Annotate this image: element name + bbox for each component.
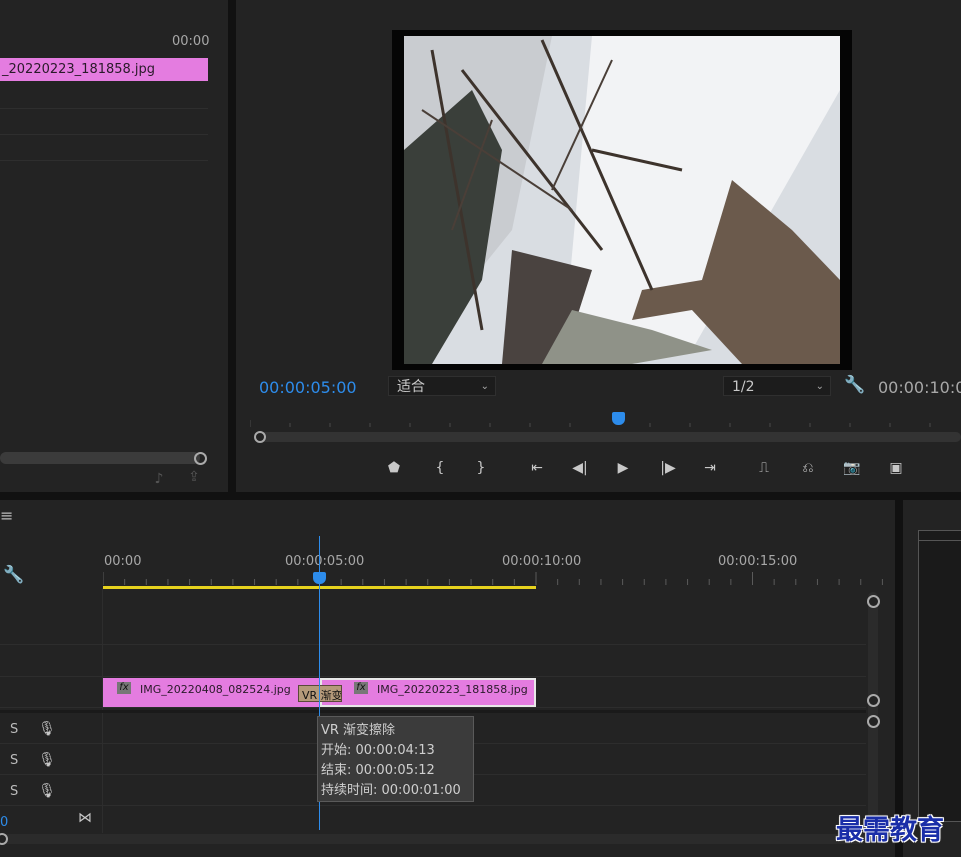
fit-dropdown[interactable]: 适合 ⌄ [388, 376, 496, 396]
ruler-label-3: 00:00:15:00 [718, 554, 798, 569]
tooltip-start: 开始: 00:00:04:13 [321, 743, 435, 758]
microphone-icon[interactable]: 🎙 [36, 753, 58, 767]
meter-frame [918, 530, 961, 822]
timeline-ruler-ticks[interactable] [103, 572, 893, 586]
tooltip-title: VR 渐变擦除 [321, 723, 396, 738]
video-track-2[interactable] [0, 646, 866, 677]
timeline-hscroll[interactable] [0, 834, 866, 844]
source-row-divider [0, 134, 208, 135]
transition-tooltip: VR 渐变擦除 开始: 00:00:04:13 结束: 00:00:05:12 … [317, 716, 474, 802]
source-row-divider [0, 108, 208, 109]
step-back-icon[interactable]: ◀| [569, 459, 591, 477]
source-clip-bar[interactable]: _20220223_181858.jpg [0, 58, 208, 81]
export-icon[interactable]: ⇪ [183, 470, 205, 484]
timeline-vscroll-track[interactable] [868, 592, 878, 832]
play-icon[interactable]: ▶ [612, 459, 634, 477]
master-track[interactable] [0, 806, 866, 837]
source-scroll-handle[interactable] [194, 452, 207, 465]
solo-button[interactable]: S [10, 784, 18, 799]
ruler-label-1: 00:00:05:00 [285, 554, 365, 569]
wrench-icon[interactable]: 🔧 [844, 377, 866, 394]
clip-label: IMG_20220223_181858.jpg [377, 683, 528, 696]
source-clip-label: _20220223_181858.jpg [2, 62, 156, 77]
source-panel: 00:00 _20220223_181858.jpg ♪ ⇪ [0, 0, 228, 492]
program-scrubber-ruler[interactable] [250, 418, 961, 428]
fx-badge: fx [354, 682, 368, 694]
video-track-3[interactable] [0, 614, 866, 645]
chevron-down-icon: ⌄ [480, 381, 489, 392]
mark-out-icon[interactable]: } [470, 459, 492, 477]
ruler-label-0: 00:00 [104, 554, 142, 569]
extract-icon[interactable]: ⎌ [797, 459, 819, 477]
compare-view-icon[interactable]: ▣ [885, 459, 907, 477]
timeline-panel: ≡ 🔧 00:00 00:00:05:00 00:00:10:00 00:00:… [0, 500, 895, 857]
program-monitor: 00:00:05:00 适合 ⌄ 1/2 ⌄ 🔧 00:00:10:0 ⬟ {… [236, 0, 961, 492]
program-duration: 00:00:10:0 [878, 378, 961, 397]
audio-note-icon[interactable]: ♪ [148, 472, 170, 486]
solo-button[interactable]: S [10, 753, 18, 768]
chevron-down-icon: ⌄ [815, 381, 824, 392]
solo-button[interactable]: S [10, 722, 18, 737]
source-scrollbar[interactable] [0, 452, 200, 464]
microphone-icon[interactable]: 🎙 [36, 722, 58, 736]
tooltip-end: 结束: 00:00:05:12 [321, 763, 435, 778]
fx-badge: fx [117, 682, 131, 694]
clip-2[interactable]: fx IMG_20220223_181858.jpg [320, 678, 536, 707]
add-marker-icon[interactable]: ⬟ [383, 459, 405, 477]
step-forward-icon[interactable]: |▶ [657, 459, 679, 477]
source-timecode-header: 00:00 [172, 34, 210, 49]
mark-in-icon[interactable]: { [429, 459, 451, 477]
camera-icon[interactable]: 📷 [841, 459, 863, 477]
meter-header-line [918, 540, 961, 541]
resolution-dropdown[interactable]: 1/2 ⌄ [723, 376, 831, 396]
resolution-dropdown-label: 1/2 [732, 379, 755, 395]
source-row-divider [0, 160, 208, 161]
program-video-image [404, 36, 840, 364]
watermark-logo: 最需教育 [836, 815, 944, 846]
microphone-icon[interactable]: 🎙 [36, 784, 58, 798]
wrench-icon[interactable]: 🔧 [3, 567, 25, 584]
ruler-label-2: 00:00:10:00 [502, 554, 582, 569]
audio-meters-panel [903, 500, 961, 857]
scroll-handle-audio[interactable] [867, 715, 880, 728]
program-video-frame [392, 30, 852, 370]
program-zoom-bar[interactable] [256, 432, 961, 442]
program-playhead[interactable] [612, 412, 625, 425]
clip-label: IMG_20220408_082524.jpg [140, 683, 291, 696]
bowtie-icon[interactable]: ⋈ [74, 811, 96, 825]
fit-dropdown-label: 适合 [397, 379, 425, 395]
program-current-timecode[interactable]: 00:00:05:00 [259, 378, 357, 397]
go-to-out-icon[interactable]: ⇥ [699, 459, 721, 477]
timeline-menu-icon[interactable]: ≡ [0, 506, 13, 525]
scroll-handle-top[interactable] [867, 595, 880, 608]
tooltip-duration: 持续时间: 00:00:01:00 [321, 783, 461, 798]
transition-block[interactable]: VR 渐变 [298, 685, 342, 702]
scroll-handle-bottom[interactable] [867, 694, 880, 707]
program-zoom-handle[interactable] [254, 431, 266, 443]
go-to-in-icon[interactable]: ⇤ [526, 459, 548, 477]
transition-label: VR 渐变 [302, 689, 342, 702]
master-value[interactable]: 0 [0, 815, 8, 830]
clip-1[interactable]: fx IMG_20220408_082524.jpg [103, 678, 320, 707]
lift-icon[interactable]: ⎍ [753, 459, 775, 477]
